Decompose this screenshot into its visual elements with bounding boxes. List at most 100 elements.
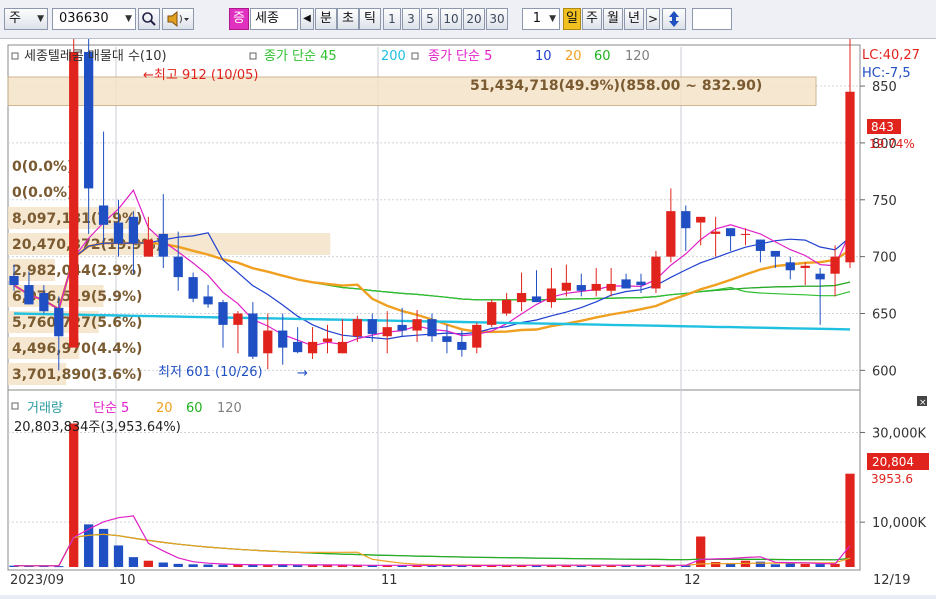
- candle-body: [293, 341, 303, 353]
- volume-tick-label: 10,000K: [872, 516, 926, 531]
- x-label-10: 10: [119, 573, 136, 588]
- candle-body: [561, 282, 571, 291]
- candle-body: [352, 319, 362, 337]
- volume-bar: [128, 557, 139, 567]
- candle-body: [367, 319, 377, 334]
- price-tick-label: 750: [872, 194, 897, 209]
- next-arrow-icon[interactable]: >: [646, 8, 660, 30]
- candle-body: [278, 330, 288, 348]
- candle-body: [233, 313, 243, 325]
- chevron-down-icon: ▼: [37, 14, 44, 24]
- volume-bar: [800, 563, 810, 567]
- candle-body: [740, 233, 751, 235]
- candle-body: [218, 302, 228, 325]
- prev-arrow-icon[interactable]: ◀: [300, 8, 314, 30]
- volume-bar: [845, 473, 855, 567]
- count-input[interactable]: 1 ▼: [522, 8, 560, 30]
- volume-bar: [69, 423, 79, 567]
- volume-ma20-legend: 20: [156, 401, 173, 416]
- period-select[interactable]: 주 ▼: [4, 8, 48, 30]
- candle-body: [531, 296, 542, 303]
- interval-20-button[interactable]: 20: [463, 8, 485, 30]
- current-price: 843: [871, 120, 894, 134]
- candle-body: [337, 341, 348, 354]
- change-percent: 19.74%: [869, 137, 915, 151]
- price-volume-chart: 51,434,718(49.9%)(858.00 ~ 832.90) 0(0.0%…: [7, 15, 929, 588]
- candle-body: [755, 239, 766, 251]
- volume-bar: [770, 564, 780, 567]
- period-select-value: 주: [9, 11, 21, 26]
- chevron-down-icon: ▼: [549, 14, 556, 24]
- volume-bar: [233, 564, 243, 567]
- candle-body: [128, 216, 139, 243]
- candle-body: [9, 275, 19, 286]
- candle-body: [472, 324, 482, 348]
- count-value: 1: [532, 11, 541, 26]
- x-label-11: 11: [381, 573, 398, 588]
- period-month-button[interactable]: 월: [603, 8, 623, 30]
- search-button[interactable]: [138, 8, 160, 30]
- price-tick-label: 850: [872, 80, 897, 95]
- volume-bar: [158, 562, 168, 567]
- ma120-legend: 120: [625, 49, 650, 64]
- unit-minute-button[interactable]: 분: [315, 8, 337, 30]
- x-label-12: 12: [684, 573, 701, 588]
- close-x-glyph: ×: [919, 398, 927, 408]
- candle-body: [487, 302, 497, 325]
- volume-bar: [218, 564, 228, 567]
- interval-30-button[interactable]: 30: [486, 8, 508, 30]
- interval-10-button[interactable]: 10: [440, 8, 462, 30]
- volume-profile-label: 51,434,718(49.9%)(858.00 ~ 832.90): [470, 78, 762, 94]
- candle-body: [54, 307, 64, 337]
- volume-bar: [113, 545, 124, 567]
- candle-body: [188, 277, 198, 299]
- price-tick-label: 700: [872, 251, 897, 266]
- updown-arrow-icon: [669, 11, 679, 27]
- updown-arrow-button[interactable]: [662, 8, 686, 30]
- period-day-button[interactable]: 일: [563, 8, 581, 30]
- candle-body: [397, 324, 407, 331]
- candle-body: [412, 319, 422, 331]
- speaker-icon: [167, 10, 189, 28]
- volume-profile-label: 0(0.0%): [12, 159, 73, 175]
- stock-badge[interactable]: 증: [229, 8, 249, 30]
- price-panel-title: 세종텔레콤 매물대 수(10): [24, 49, 167, 64]
- volume-bar: [696, 536, 706, 567]
- interval-1-button[interactable]: 1: [383, 8, 401, 30]
- candle-body: [248, 313, 258, 357]
- search-icon: [142, 12, 156, 26]
- candle-body: [830, 256, 840, 274]
- speaker-button[interactable]: [162, 8, 194, 30]
- candle-body: [203, 296, 213, 305]
- candle-body: [636, 281, 646, 286]
- price-tick-label: 650: [872, 307, 897, 322]
- stock-code-input[interactable]: 036630 ▼: [52, 8, 136, 30]
- candle-body: [457, 341, 467, 350]
- candle-body: [24, 285, 34, 305]
- candle-body: [800, 265, 810, 269]
- volume-bar: [143, 560, 153, 567]
- volume-bar: [785, 563, 795, 567]
- interval-3-button[interactable]: 3: [402, 8, 420, 30]
- lc-label: LC:40,27: [862, 48, 920, 63]
- interval-5-button[interactable]: 5: [421, 8, 439, 30]
- chevron-down-icon: ▼: [125, 14, 132, 24]
- candle-body: [785, 262, 795, 271]
- unit-tick-button[interactable]: 틱: [359, 8, 381, 30]
- unit-second-button[interactable]: 초: [337, 8, 359, 30]
- candle-body: [516, 293, 527, 303]
- candle-body: [263, 330, 273, 354]
- blank-field[interactable]: [692, 8, 732, 30]
- candle-body: [427, 319, 437, 337]
- volume-bar: [173, 563, 183, 567]
- low-annotation: 최저 601 (10/26): [158, 365, 263, 380]
- period-week-button[interactable]: 주: [582, 8, 602, 30]
- chart-area: 51,434,718(49.9%)(858.00 ~ 832.90) 0(0.0%…: [0, 15, 936, 595]
- high-annotation: ←최고 912 (10/05): [143, 68, 259, 83]
- candle-body: [725, 228, 736, 237]
- candle-body: [442, 336, 452, 342]
- volume-bar: [307, 565, 318, 567]
- candle-body: [576, 285, 586, 291]
- stock-name-field[interactable]: 세종: [250, 8, 298, 30]
- period-year-button[interactable]: 년: [624, 8, 644, 30]
